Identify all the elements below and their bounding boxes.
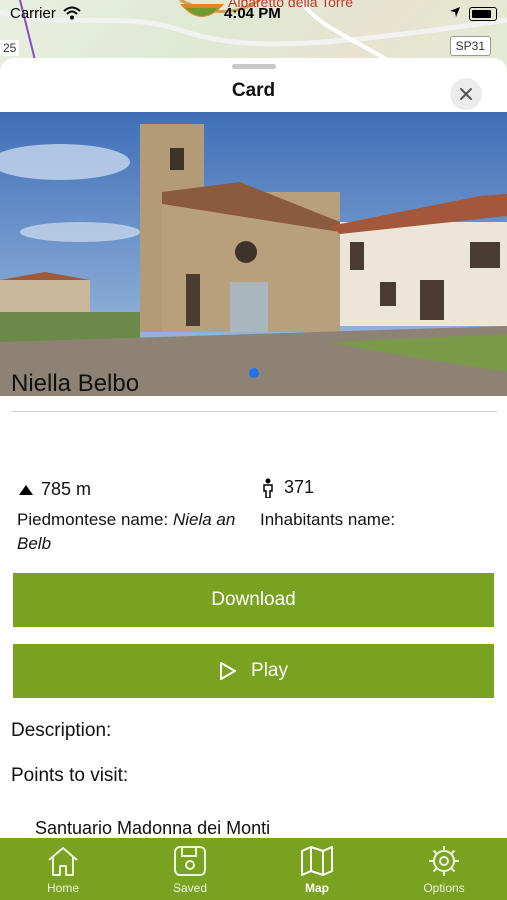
tab-home[interactable]: Home [0,838,126,900]
road-sign: SP31 [449,36,491,56]
inhabitants-label: Inhabitants name: [260,510,396,529]
tab-bar: Home Saved Map Options [0,838,507,900]
divider [11,411,497,412]
saved-icon [174,846,206,876]
road-number: 25 [0,40,20,56]
carrier-label: Carrier [10,5,56,22]
download-button[interactable]: Download [13,573,494,627]
tab-saved-label: Saved [172,881,208,895]
sheet-grabber[interactable] [232,64,276,69]
tab-saved[interactable]: Saved [127,838,253,900]
church-photo [0,112,507,396]
points-heading: Points to visit: [11,765,129,786]
photo-gallery[interactable] [0,112,507,396]
status-bar: Carrier 4:04 PM [0,0,507,28]
close-icon [460,88,472,100]
options-icon [429,846,459,876]
piedmontese-name: Piedmontese name: Niela an Belb [17,508,252,556]
altitude-value: 785 m [41,479,92,499]
tab-options[interactable]: Options [381,838,507,900]
map-icon [301,846,333,876]
download-label: Download [211,589,296,610]
play-label: Play [251,660,288,681]
gallery-page-indicator[interactable] [249,368,259,378]
point-of-interest-item[interactable]: Santuario Madonna dei Monti [35,818,270,839]
clock: 4:04 PM [224,5,281,22]
population-value: 371 [284,477,315,497]
tab-options-label: Options [423,881,465,895]
battery-icon [469,7,497,21]
piedmontese-label: Piedmontese name: [17,510,169,529]
card-sheet: Card Niella Belbo 785 m 371 Piedmontese … [0,58,507,900]
tab-map[interactable]: Map [254,838,380,900]
altitude-stat: 785 m [19,479,91,500]
population-stat: 371 [262,477,314,498]
tab-map-label: Map [305,881,329,895]
description-heading: Description: [11,720,112,741]
mountain-triangle-icon [19,484,33,495]
location-arrow-icon [450,7,460,17]
close-button[interactable] [450,78,482,110]
person-icon [263,478,273,498]
sheet-title: Card [231,80,276,101]
inhabitants-name: Inhabitants name: [260,508,500,532]
home-icon [48,847,78,876]
play-button[interactable]: Play [13,644,494,698]
play-icon [220,662,237,680]
place-name: Niella Belbo [11,370,140,397]
wifi-icon [63,6,81,20]
tab-home-label: Home [46,881,79,895]
